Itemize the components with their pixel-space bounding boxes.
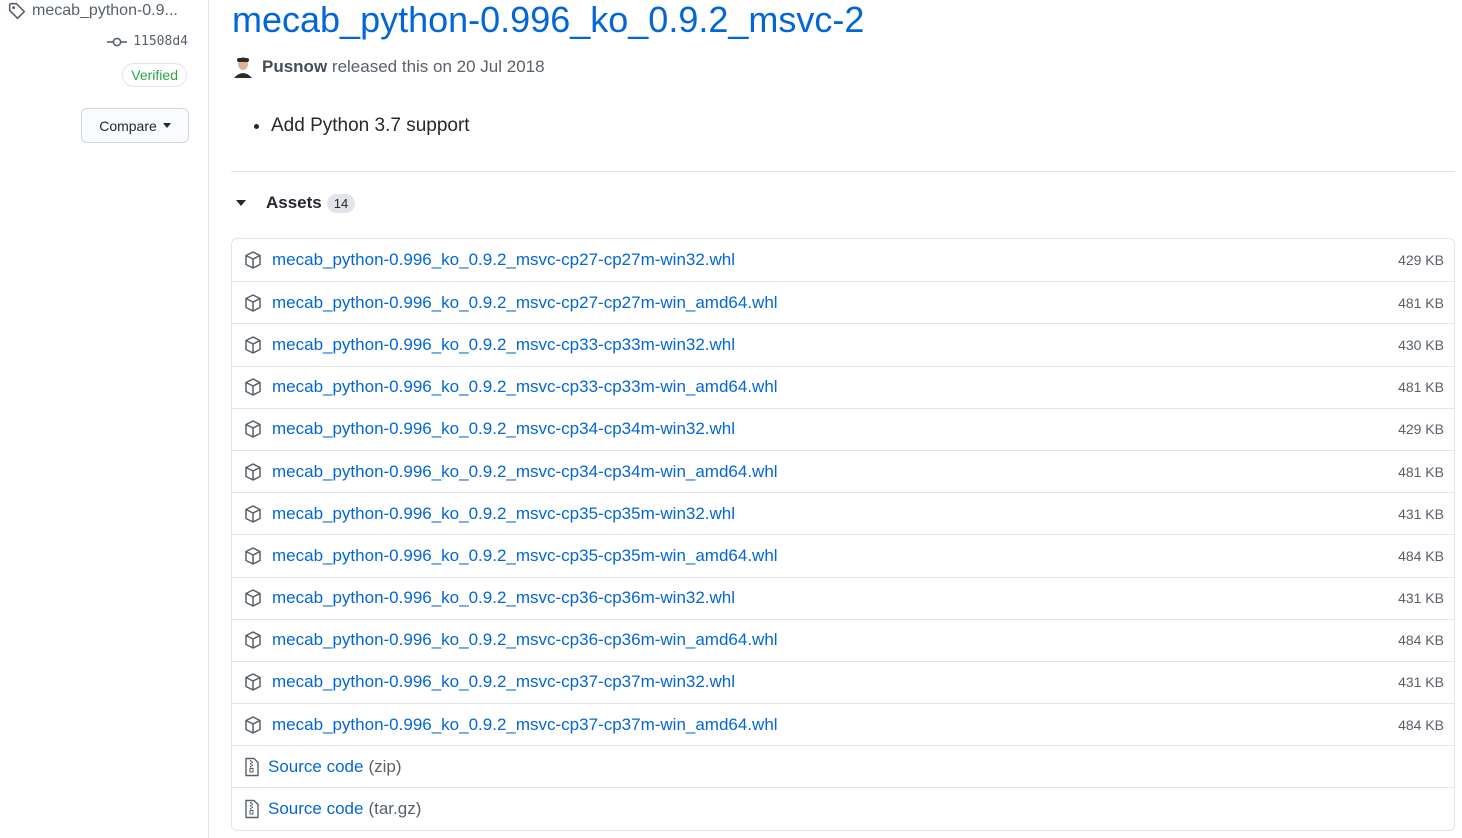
assets-label: Assets	[266, 193, 322, 212]
commit-sha[interactable]: 11508d4	[133, 34, 188, 49]
asset-row: mecab_python-0.996_ko_0.9.2_msvc-cp34-cp…	[232, 407, 1454, 450]
asset-link[interactable]: mecab_python-0.996_ko_0.9.2_msvc-cp34-cp…	[272, 419, 735, 439]
asset-size: 431 KB	[1398, 674, 1444, 691]
divider	[231, 171, 1455, 172]
avatar[interactable]	[233, 56, 253, 78]
release-sidebar: mecab_python-0.9... 11508d4 Verified Com…	[0, 0, 209, 838]
asset-link[interactable]: mecab_python-0.996_ko_0.9.2_msvc-cp36-cp…	[272, 588, 735, 608]
package-icon	[245, 251, 261, 269]
asset-link[interactable]: mecab_python-0.996_ko_0.9.2_msvc-cp34-cp…	[272, 462, 778, 482]
assets-list: mecab_python-0.996_ko_0.9.2_msvc-cp27-cp…	[231, 238, 1455, 831]
compare-button[interactable]: Compare	[81, 108, 189, 143]
asset-link[interactable]: mecab_python-0.996_ko_0.9.2_msvc-cp35-cp…	[272, 504, 735, 524]
asset-size: 481 KB	[1398, 294, 1444, 311]
file-zip-icon	[245, 799, 259, 819]
release-notes: Add Python 3.7 support	[271, 115, 470, 137]
package-icon	[245, 420, 261, 439]
compare-label: Compare	[99, 117, 157, 134]
verified-badge[interactable]: Verified	[122, 63, 187, 87]
asset-row: mecab_python-0.996_ko_0.9.2_msvc-cp33-cp…	[232, 365, 1454, 408]
asset-link[interactable]: mecab_python-0.996_ko_0.9.2_msvc-cp27-cp…	[272, 293, 778, 313]
tag-icon	[8, 2, 26, 20]
package-icon	[245, 715, 261, 734]
caret-down-icon	[162, 123, 171, 128]
asset-link[interactable]: mecab_python-0.996_ko_0.9.2_msvc-cp37-cp…	[272, 672, 735, 692]
asset-size: 430 KB	[1398, 336, 1444, 353]
release-note-item: Add Python 3.7 support	[271, 115, 470, 137]
file-zip-icon	[245, 757, 259, 777]
tag-name[interactable]: mecab_python-0.9...	[32, 2, 178, 20]
release-byline: Pusnow released this on 20 Jul 2018	[233, 56, 545, 78]
assets-toggle[interactable]: Assets 14	[236, 193, 356, 213]
source-row: Source code (zip)	[232, 745, 1454, 787]
package-icon	[245, 673, 261, 692]
tag-row[interactable]: mecab_python-0.9...	[8, 2, 178, 20]
asset-row: mecab_python-0.996_ko_0.9.2_msvc-cp37-cp…	[232, 660, 1454, 703]
asset-size: 484 KB	[1398, 632, 1444, 649]
package-icon	[245, 294, 261, 312]
triangle-down-icon	[236, 200, 246, 206]
author-link[interactable]: Pusnow	[262, 57, 327, 76]
release-title[interactable]: mecab_python-0.996_ko_0.9.2_msvc-2	[232, 0, 864, 41]
asset-row: mecab_python-0.996_ko_0.9.2_msvc-cp33-cp…	[232, 323, 1454, 365]
asset-size: 484 KB	[1398, 547, 1444, 564]
asset-row: mecab_python-0.996_ko_0.9.2_msvc-cp36-cp…	[232, 618, 1454, 661]
asset-link[interactable]: mecab_python-0.996_ko_0.9.2_msvc-cp27-cp…	[272, 250, 735, 270]
asset-row: mecab_python-0.996_ko_0.9.2_msvc-cp27-cp…	[232, 239, 1454, 281]
asset-link[interactable]: mecab_python-0.996_ko_0.9.2_msvc-cp35-cp…	[272, 546, 778, 566]
asset-row: mecab_python-0.996_ko_0.9.2_msvc-cp37-cp…	[232, 703, 1454, 745]
release-date-text: released this on 20 Jul 2018	[331, 57, 545, 76]
asset-row: mecab_python-0.996_ko_0.9.2_msvc-cp35-cp…	[232, 492, 1454, 534]
asset-row: mecab_python-0.996_ko_0.9.2_msvc-cp35-cp…	[232, 534, 1454, 576]
package-icon	[245, 504, 261, 523]
package-icon	[245, 547, 261, 565]
asset-row: mecab_python-0.996_ko_0.9.2_msvc-cp27-cp…	[232, 281, 1454, 323]
package-icon	[245, 336, 261, 354]
asset-size: 481 KB	[1398, 379, 1444, 396]
source-code-format: (zip)	[368, 756, 402, 776]
package-icon	[245, 589, 261, 607]
source-code-link[interactable]: Source code	[268, 757, 363, 777]
asset-size: 429 KB	[1398, 421, 1444, 438]
asset-size: 429 KB	[1398, 252, 1444, 269]
source-code-link[interactable]: Source code	[268, 799, 363, 819]
asset-row: mecab_python-0.996_ko_0.9.2_msvc-cp36-cp…	[232, 576, 1454, 619]
asset-link[interactable]: mecab_python-0.996_ko_0.9.2_msvc-cp33-cp…	[272, 335, 735, 355]
asset-link[interactable]: mecab_python-0.996_ko_0.9.2_msvc-cp33-cp…	[272, 377, 778, 397]
asset-size: 481 KB	[1398, 463, 1444, 480]
asset-size: 484 KB	[1398, 716, 1444, 733]
source-row: Source code (tar.gz)	[232, 787, 1454, 829]
git-commit-icon	[107, 37, 128, 46]
asset-link[interactable]: mecab_python-0.996_ko_0.9.2_msvc-cp36-cp…	[272, 630, 778, 650]
package-icon	[245, 462, 261, 481]
asset-size: 431 KB	[1398, 590, 1444, 607]
asset-size: 431 KB	[1398, 505, 1444, 522]
source-code-format: (tar.gz)	[368, 799, 422, 819]
assets-count-badge: 14	[326, 193, 356, 213]
asset-link[interactable]: mecab_python-0.996_ko_0.9.2_msvc-cp37-cp…	[272, 715, 778, 735]
package-icon	[245, 378, 261, 396]
commit-row[interactable]: 11508d4	[107, 34, 188, 49]
asset-row: mecab_python-0.996_ko_0.9.2_msvc-cp34-cp…	[232, 449, 1454, 492]
package-icon	[245, 631, 261, 650]
